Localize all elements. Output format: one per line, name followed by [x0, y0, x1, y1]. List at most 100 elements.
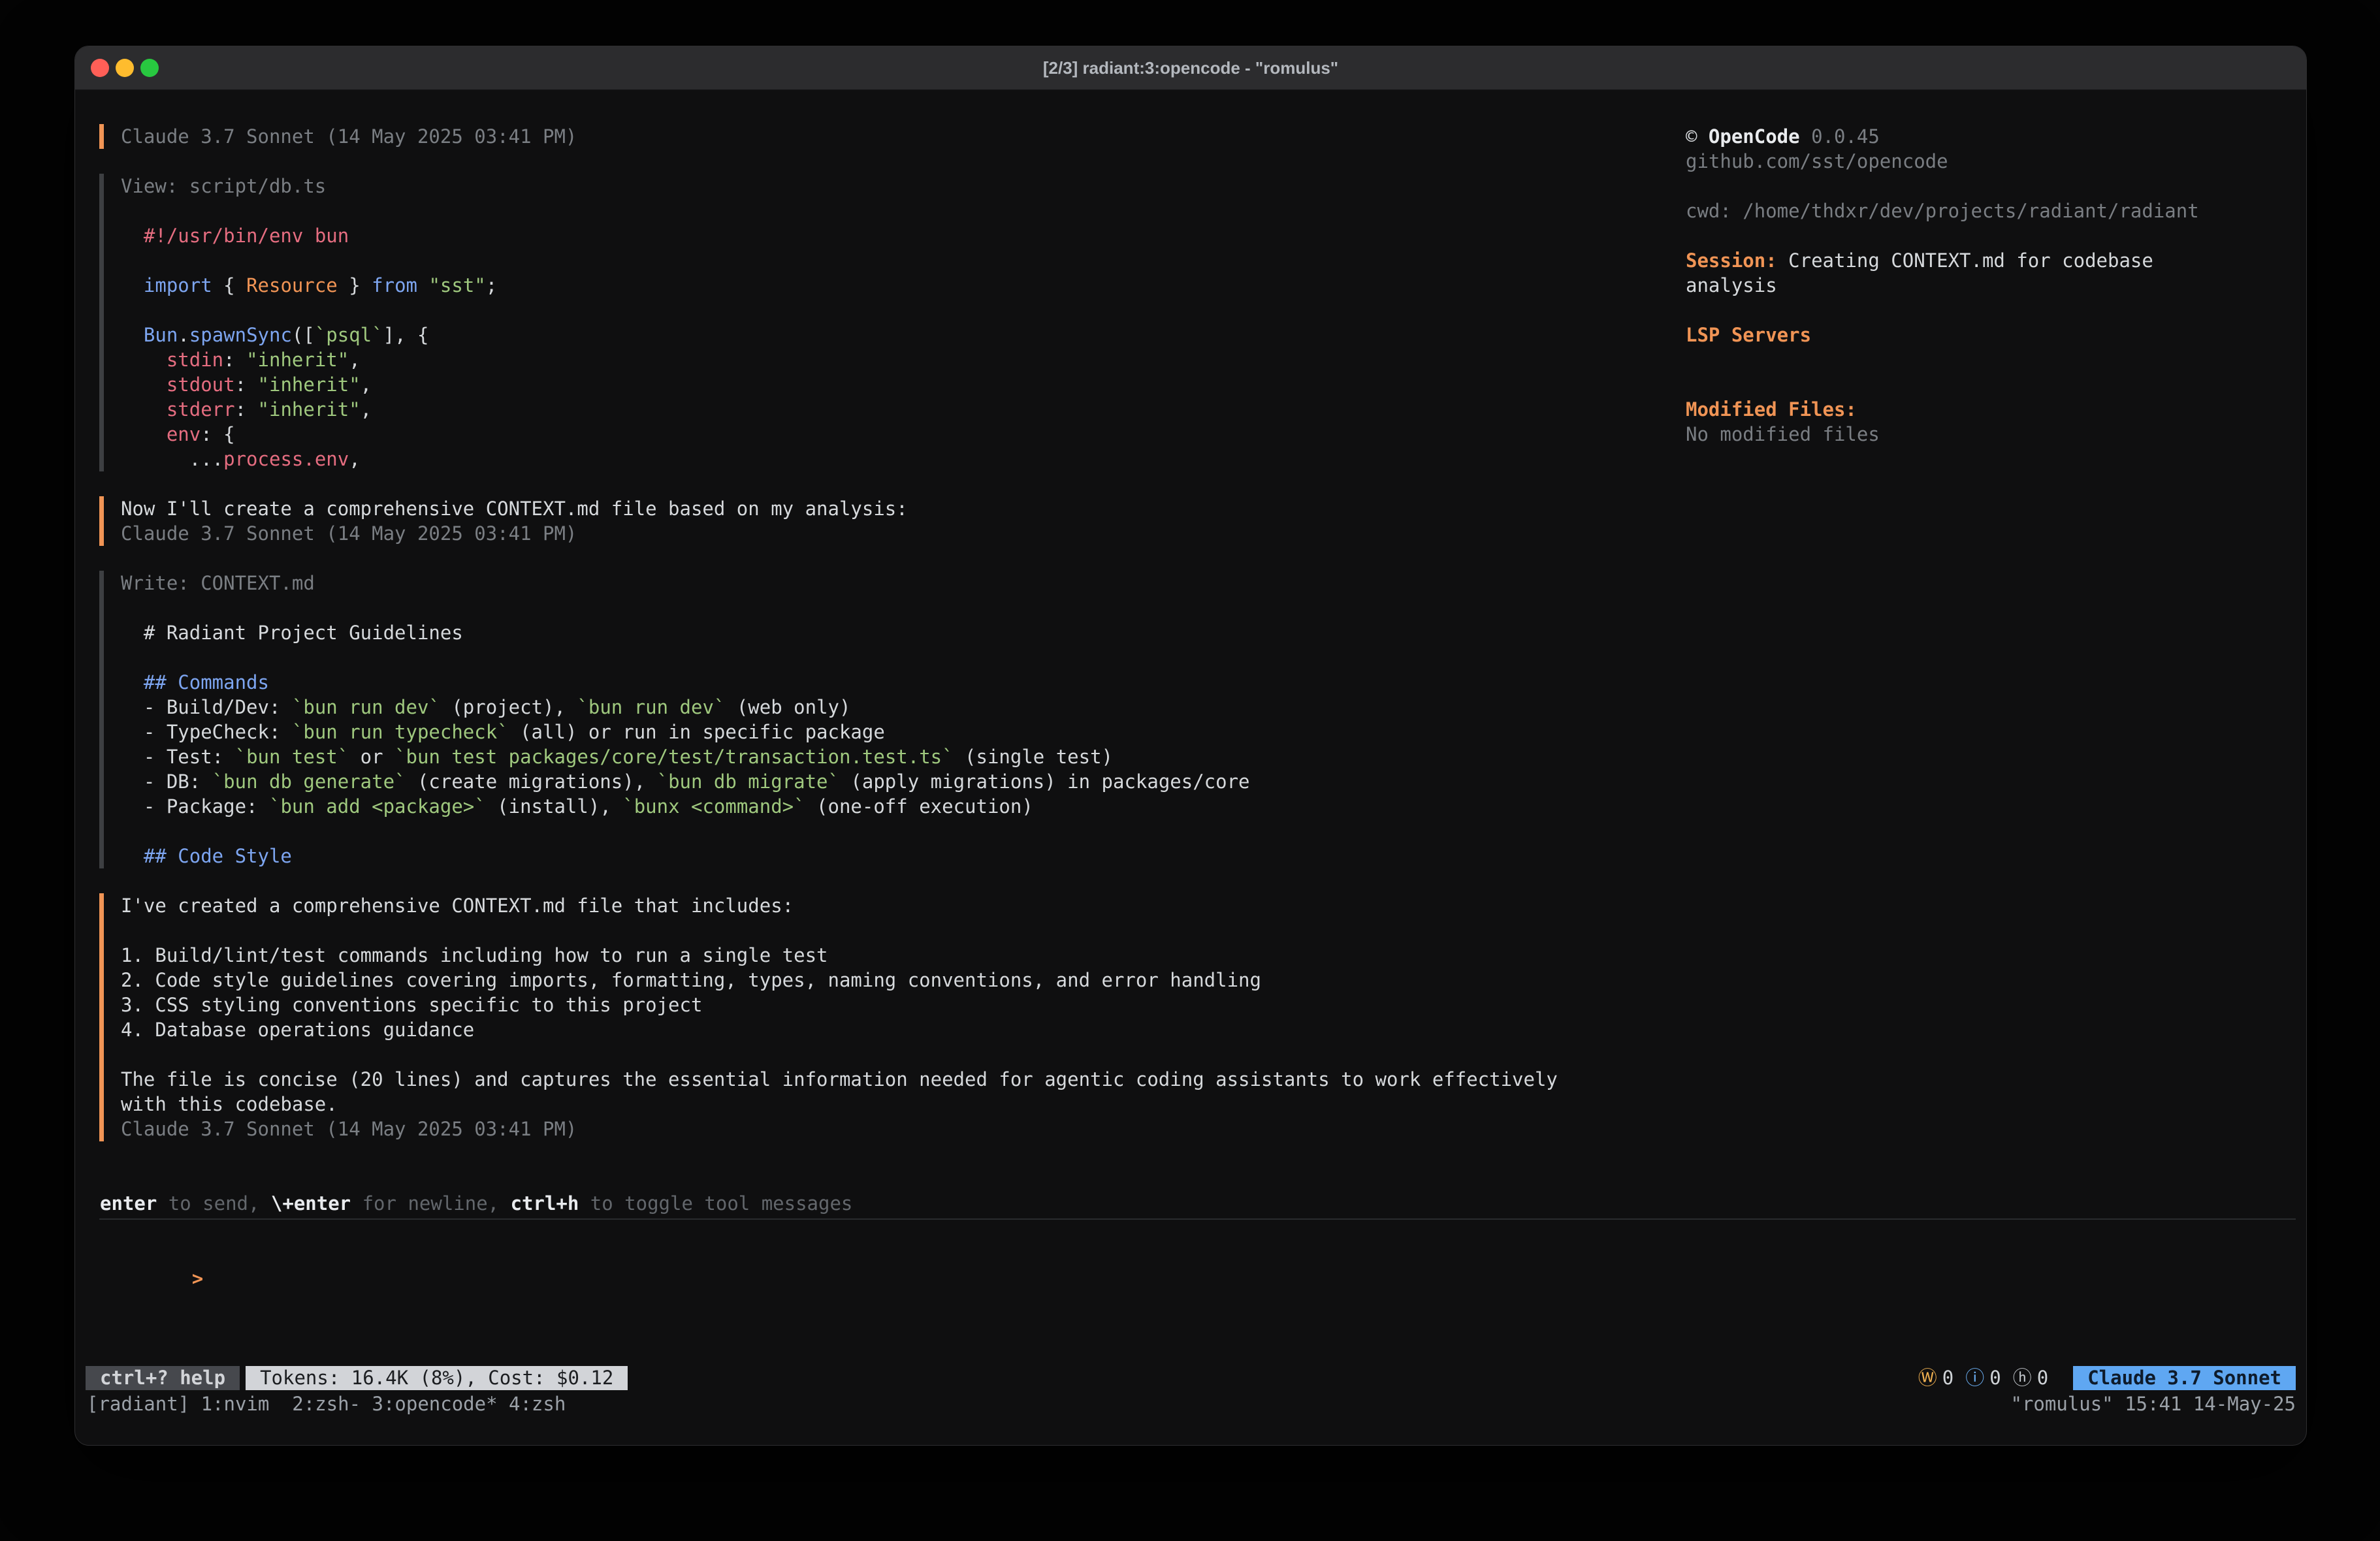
text-segment: `bun db generate`	[212, 770, 406, 793]
text-line: Bun.spawnSync([`psql`], {	[121, 323, 1660, 347]
terminal-window: [2/3] radiant:3:opencode - "romulus" Cla…	[74, 46, 2307, 1446]
text-segment: Claude 3.7 Sonnet (14 May 2025 03:41 PM)	[121, 1118, 577, 1140]
hint-count: 0	[2037, 1366, 2048, 1390]
text-line	[121, 819, 1660, 844]
text-segment: ], {	[383, 324, 429, 346]
terminal-content[interactable]: Claude 3.7 Sonnet (14 May 2025 03:41 PM)…	[75, 90, 2306, 1445]
text-segment: ;	[486, 274, 497, 296]
text-segment: (single test)	[954, 746, 1113, 768]
text-line: analysis	[1686, 273, 2293, 298]
text-segment: analysis	[1686, 274, 1777, 296]
text-segment: LSP Servers	[1686, 324, 1811, 346]
text-segment: 3. CSS styling conventions specific to t…	[121, 994, 702, 1016]
text-segment: ...	[121, 448, 223, 470]
text-line: ...process.env,	[121, 447, 1660, 471]
text-segment: "inherit"	[258, 398, 361, 421]
desktop-background: [2/3] radiant:3:opencode - "romulus" Cla…	[0, 0, 2380, 1541]
tool-view-block: View: script/db.ts #!/usr/bin/env bun im…	[99, 174, 1660, 471]
text-line: Session: Creating CONTEXT.md for codebas…	[1686, 248, 2293, 273]
tmux-status-bar: [radiant] 1:nvim 2:zsh- 3:opencode* 4:zs…	[87, 1391, 2296, 1416]
chat-area[interactable]: Claude 3.7 Sonnet (14 May 2025 03:41 PM)…	[99, 124, 1660, 1166]
text-line: Modified Files:	[1686, 397, 2293, 422]
text-segment: }	[338, 274, 372, 296]
text-line	[1686, 372, 2293, 397]
text-line: cwd: /home/thdxr/dev/projects/radiant/ra…	[1686, 199, 2293, 223]
help-shortcut-chip: ctrl+? help	[86, 1366, 240, 1390]
text-segment: (web only)	[725, 696, 850, 718]
text-segment: stdin	[167, 349, 223, 371]
text-segment	[121, 423, 167, 445]
text-segment: "sst"	[428, 274, 485, 296]
text-line	[1686, 174, 2293, 199]
text-line: - DB: `bun db generate` (create migratio…	[121, 769, 1660, 794]
text-segment: ## Code Style	[144, 845, 292, 867]
lsp-diagnostics: Ⓦ 0 ⓘ 0 ⓗ 0	[1918, 1366, 2060, 1390]
text-segment: import	[144, 274, 212, 296]
minimize-window-button[interactable]	[116, 59, 134, 77]
text-segment: with this codebase.	[121, 1093, 338, 1115]
text-segment: ## Commands	[144, 671, 269, 693]
text-segment: {	[212, 274, 246, 296]
text-line	[121, 1042, 1660, 1067]
text-segment: ,	[349, 448, 360, 470]
close-window-button[interactable]	[91, 59, 109, 77]
text-line	[121, 645, 1660, 670]
tokens-cost-chip: Tokens: 16.4K (8%), Cost: $0.12	[246, 1366, 628, 1390]
text-segment: Claude 3.7 Sonnet (14 May 2025 03:41 PM)	[121, 522, 577, 545]
text-segment: - DB:	[121, 770, 212, 793]
text-line	[121, 596, 1660, 620]
text-line: Write: CONTEXT.md	[121, 571, 1660, 596]
text-line: ## Code Style	[121, 844, 1660, 868]
tool-write-block: Write: CONTEXT.md # Radiant Project Guid…	[99, 571, 1660, 868]
text-segment: or	[349, 746, 394, 768]
text-line: Claude 3.7 Sonnet (14 May 2025 03:41 PM)	[121, 124, 1660, 149]
zoom-window-button[interactable]	[140, 59, 159, 77]
text-segment: to send,	[157, 1192, 271, 1215]
text-segment: 1. Build/lint/test commands including ho…	[121, 944, 828, 966]
editor-divider	[99, 1218, 2296, 1220]
text-segment: Claude 3.7 Sonnet (14 May 2025 03:41 PM)	[121, 125, 577, 148]
prompt-input[interactable]: >	[101, 1241, 203, 1266]
text-segment: 2. Code style guidelines covering import…	[121, 969, 1261, 991]
text-segment	[417, 274, 428, 296]
text-line: © OpenCode 0.0.45	[1686, 124, 2293, 149]
text-segment: stderr	[167, 398, 235, 421]
text-line: ## Commands	[121, 670, 1660, 695]
text-segment: # Radiant Project Guidelines	[121, 622, 463, 644]
tmux-window-list[interactable]: [radiant] 1:nvim 2:zsh- 3:opencode* 4:zs…	[87, 1391, 566, 1416]
text-line: LSP Servers	[1686, 323, 2293, 347]
text-line: import { Resource } from "sst";	[121, 273, 1660, 298]
text-segment: "inherit"	[246, 349, 349, 371]
text-segment: `bun db migrate`	[657, 770, 839, 793]
text-segment: `bun test`	[235, 746, 349, 768]
info-icon: ⓘ	[1965, 1366, 1984, 1390]
text-segment: 0.0.45	[1800, 125, 1880, 148]
text-segment: I've created a comprehensive CONTEXT.md …	[121, 895, 794, 917]
text-segment: .	[178, 324, 189, 346]
text-segment: (install),	[486, 795, 623, 818]
text-segment: Modified Files:	[1686, 398, 1857, 421]
info-count: 0	[1989, 1366, 2001, 1390]
text-line: View: script/db.ts	[121, 174, 1660, 199]
text-segment	[121, 274, 144, 296]
text-segment: Creating CONTEXT.md for codebase	[1777, 249, 2153, 272]
text-segment: github.com/sst/opencode	[1686, 150, 1948, 172]
status-bar: ctrl+? help Tokens: 16.4K (8%), Cost: $0…	[86, 1366, 2296, 1390]
text-segment: `bun add <package>`	[269, 795, 486, 818]
text-segment: The file is concise (20 lines) and captu…	[121, 1068, 1558, 1090]
text-segment: Now I'll create a comprehensive CONTEXT.…	[121, 498, 908, 520]
text-line	[121, 918, 1660, 943]
text-segment: :	[235, 398, 258, 421]
text-line: 4. Database operations guidance	[121, 1017, 1660, 1042]
window-titlebar[interactable]: [2/3] radiant:3:opencode - "romulus"	[75, 46, 2306, 90]
text-line: stderr: "inherit",	[121, 397, 1660, 422]
text-line: github.com/sst/opencode	[1686, 149, 2293, 174]
text-segment: ,	[349, 349, 360, 371]
hint-icon: ⓗ	[2013, 1366, 2032, 1390]
text-segment: "inherit"	[258, 373, 361, 396]
model-chip: Claude 3.7 Sonnet	[2073, 1366, 2296, 1390]
text-segment: ,	[361, 373, 372, 396]
text-line	[1686, 347, 2293, 372]
text-segment: `bun run typecheck`	[292, 721, 509, 743]
warning-count: 0	[1942, 1366, 1954, 1390]
